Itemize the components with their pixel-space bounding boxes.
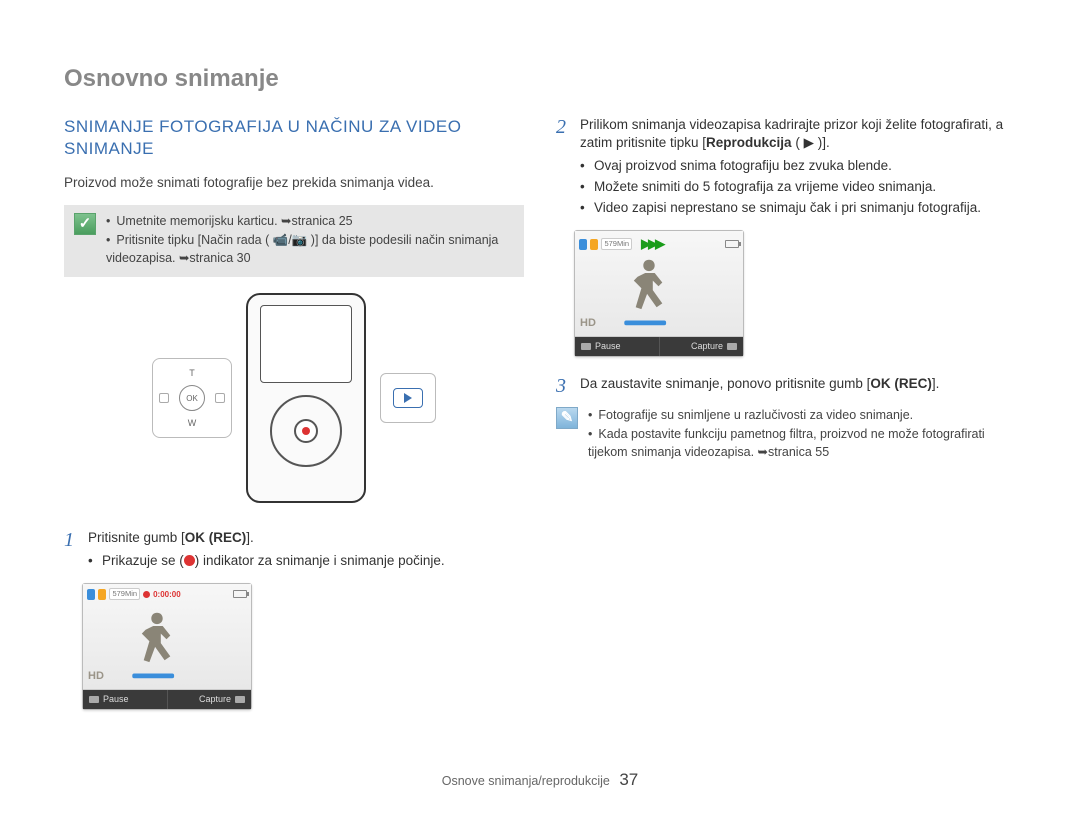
step3-b: OK (REC) [870,376,932,391]
battery-icon [725,240,739,248]
pause-label: Pause [595,340,621,353]
mode-icon [590,239,598,250]
status-bar: 579Min ▶▶▶ [579,235,739,253]
step1-sublist: Prikazuje se ( ) indikator za snimanje i … [88,552,524,571]
play-button-icon [393,388,423,408]
footnote-item: Fotografije su snimljene u razlučivosti … [588,407,1016,425]
prerequisite-note: ✓ Umetnite memorijsku karticu. ➥stranica… [64,205,524,278]
capture-label: Capture [199,693,231,706]
capture-label: Capture [691,340,723,353]
step2-bullet: Video zapisi neprestano se snimaju čak i… [580,199,1016,218]
right-column: 2 Prilikom snimanja videozapisa kadriraj… [556,116,1016,728]
step-number: 3 [556,375,580,397]
two-column-layout: SNIMANJE FOTOGRAFIJA U NAČINU ZA VIDEO S… [64,116,1016,728]
page-footer: Osnove snimanja/reprodukcije 37 [64,768,1016,792]
mode-icon [98,589,106,600]
dpad-left-icon [159,393,169,403]
pause-softkey-icon [581,343,591,350]
step1-bullet-a: Prikazuje se ( [102,553,184,568]
battery-icon [233,590,247,598]
dpad-up-label: T [189,367,195,380]
footnote-item: Kada postavite funkciju pametnog filtra,… [588,426,1016,461]
manual-page: Osnovno snimanje SNIMANJE FOTOGRAFIJA U … [0,0,1080,791]
sd-icon [87,589,95,600]
prereq-item: Pritisnite tipku [Način rada ( 📹/📷 )] da… [106,232,514,267]
capture-softkey-icon [727,343,737,350]
step-body: Prilikom snimanja videozapisa kadrirajte… [580,116,1016,220]
step2-sublist: Ovaj proizvod snima fotografiju bez zvuk… [580,157,1016,218]
hd-label: HD [88,669,104,684]
prereq-list: Umetnite memorijsku karticu. ➥stranica 2… [106,213,514,270]
pause-softkey-icon [89,696,99,703]
step-body: Da zaustavite snimanje, ponovo pritisnit… [580,375,1016,397]
step2-bullet: Možete snimiti do 5 fotografija za vrije… [580,178,1016,197]
sd-icon [579,239,587,250]
step1-text-c: ]. [246,530,254,545]
softkey-bar: Pause Capture [575,337,743,356]
step2-line1b: Reprodukcija [706,135,792,150]
step2-line1c: ( ▶ )]. [792,135,830,150]
step1-text-a: Pritisnite gumb [ [88,530,185,545]
lcd-preview-recording: 579Min 0:00:00 HD Pause Capture [82,583,252,710]
hd-label: HD [580,316,596,331]
info-icon: ✎ [556,407,578,429]
rec-indicator-icon [143,591,150,598]
step1-text-b: OK (REC) [185,530,247,545]
step-number: 2 [556,116,580,220]
chapter-title: Osnovno snimanje [64,62,1016,96]
step1-bullet-b: ) indikator za snimanje i snimanje počin… [195,553,445,568]
device-illustration: T W OK [64,293,524,503]
step2-bullet: Ovaj proizvod snima fotografiju bez zvuk… [580,157,1016,176]
rec-time: 0:00:00 [153,589,181,600]
record-dot-icon [184,555,195,566]
footnote-list: Fotografije su snimljene u razlučivosti … [588,407,1016,464]
dpad-ok-label: OK [179,385,205,411]
check-icon: ✓ [74,213,96,235]
step-body: Pritisnite gumb [OK (REC)]. Prikazuje se… [88,529,524,573]
step1-bullet: Prikazuje se ( ) indikator za snimanje i … [88,552,524,571]
dpad-right-icon [215,393,225,403]
dpad-down-label: W [188,417,197,430]
section-title: SNIMANJE FOTOGRAFIJA U NAČINU ZA VIDEO S… [64,116,524,160]
step-2: 2 Prilikom snimanja videozapisa kadriraj… [556,116,1016,220]
skater-figure-icon [619,254,679,330]
softkey-bar: Pause Capture [83,690,251,709]
time-remaining: 579Min [601,238,632,251]
time-remaining: 579Min [109,588,140,601]
camera-rec-dot-icon [302,427,310,435]
step3-a: Da zaustavite snimanje, ponovo pritisnit… [580,376,870,391]
camera-body-icon [246,293,366,503]
pause-label: Pause [103,693,129,706]
skater-figure-icon [127,607,187,683]
prereq-item: Umetnite memorijsku karticu. ➥stranica 2… [106,213,514,231]
play-button-callout [380,373,436,423]
dpad-callout: T W OK [152,358,232,438]
status-bar: 579Min 0:00:00 [87,588,247,601]
step-1: 1 Pritisnite gumb [OK (REC)]. Prikazuje … [64,529,524,573]
lcd-preview-capture: 579Min ▶▶▶ HD Pause Capture [574,230,744,357]
footnote: ✎ Fotografije su snimljene u razlučivost… [556,403,1016,468]
footer-section: Osnove snimanja/reprodukcije [442,774,610,788]
capture-softkey-icon [235,696,245,703]
step-number: 1 [64,529,88,573]
step-3: 3 Da zaustavite snimanje, ponovo pritisn… [556,375,1016,397]
fast-forward-icon: ▶▶▶ [641,235,662,253]
page-number: 37 [619,770,638,789]
step3-c: ]. [932,376,940,391]
intro-text: Proizvod može snimati fotografije bez pr… [64,174,524,193]
left-column: SNIMANJE FOTOGRAFIJA U NAČINU ZA VIDEO S… [64,116,524,728]
